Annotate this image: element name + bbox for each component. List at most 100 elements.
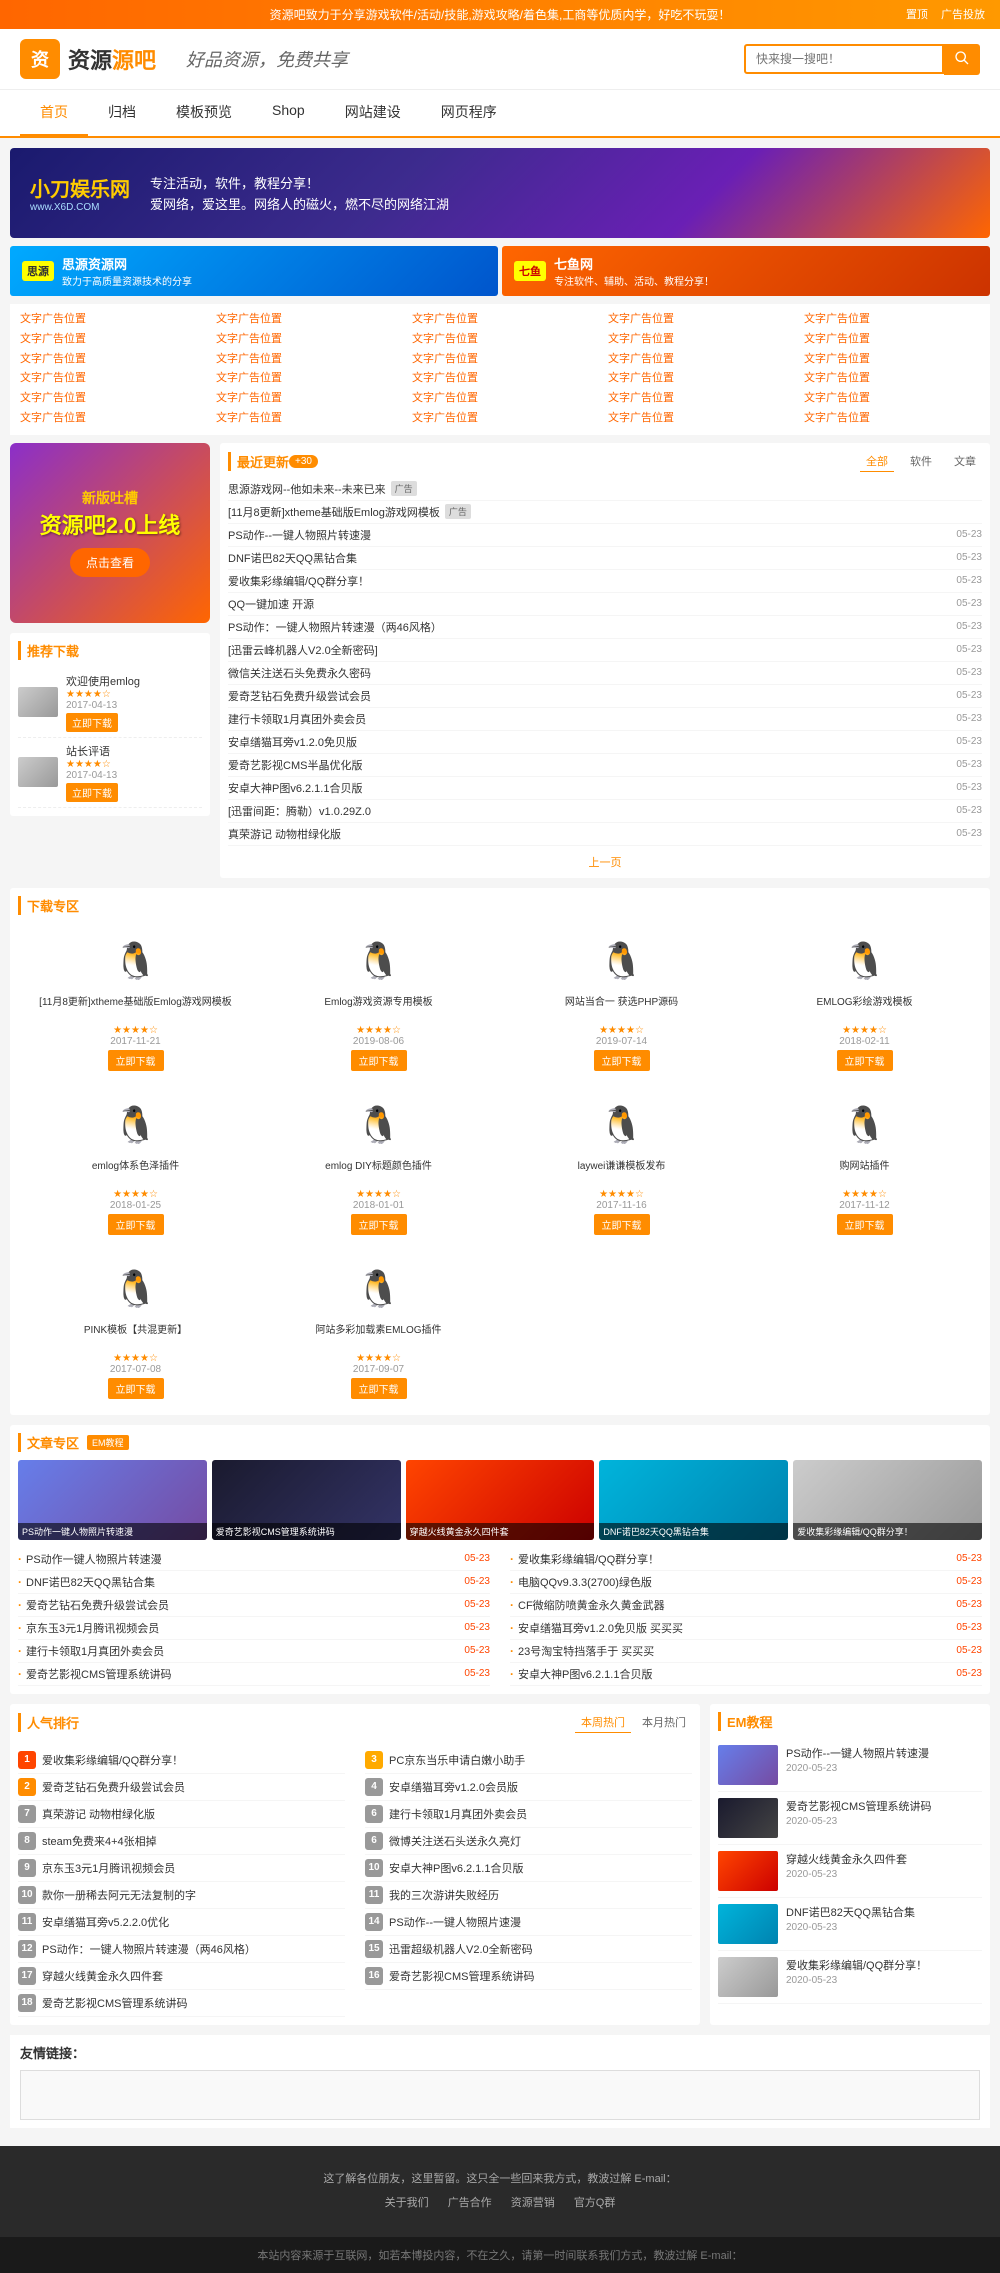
popular-link[interactable]: 我的三次游讲失败经历 [389, 1887, 499, 1903]
popular-link[interactable]: PS动作--一键人物照片速漫 [389, 1914, 521, 1930]
search-button[interactable] [944, 44, 980, 75]
popular-link[interactable]: PC京东当乐申请白嫩小助手 [389, 1752, 525, 1768]
download-btn-1[interactable]: 立即下载 [108, 1050, 164, 1071]
update-link[interactable]: 安卓大神P图v6.2.1.1合贝版 [228, 780, 362, 796]
em-title: EM教程 [718, 1712, 773, 1731]
footer-link-ad[interactable]: 广告合作 [448, 2197, 492, 2209]
em-item-date-3: 2020-05-23 [786, 1869, 907, 1880]
article-link-9[interactable]: CF微缩防喷黄金永久黄金武器 [518, 1597, 951, 1613]
popular-link[interactable]: 安卓缮猫耳旁v1.2.0会员版 [389, 1779, 518, 1795]
update-link[interactable]: 建行卡领取1月真团外卖会员 [228, 711, 366, 727]
download-btn-8[interactable]: 立即下载 [837, 1214, 893, 1235]
footer-link-qq[interactable]: 官方Q群 [574, 2197, 616, 2209]
download-btn-3[interactable]: 立即下载 [594, 1050, 650, 1071]
article-link-5[interactable]: 建行卡领取1月真团外卖会员 [26, 1643, 459, 1659]
tab-article[interactable]: 文章 [948, 451, 982, 472]
promo-btn[interactable]: 点击查看 [70, 548, 150, 577]
popular-link[interactable]: 迅雷超级机器人V2.0全新密码 [389, 1941, 533, 1957]
update-link[interactable]: 安卓缮猫耳旁v1.2.0免贝版 [228, 734, 357, 750]
nav-item-home[interactable]: 首页 [20, 90, 88, 136]
download-btn-9[interactable]: 立即下载 [108, 1378, 164, 1399]
update-link[interactable]: PS动作--一键人物照片转速漫 [228, 527, 371, 543]
tab-software[interactable]: 软件 [904, 451, 938, 472]
nav-item-template[interactable]: 模板预览 [156, 90, 252, 136]
popular-link[interactable]: 微博关注送石头送永久亮灯 [389, 1833, 521, 1849]
article-link-3[interactable]: 爱奇艺钻石免费升级尝试会员 [26, 1597, 459, 1613]
update-link[interactable]: 微信关注送石头免费永久密码 [228, 665, 371, 681]
penguin-icon-1: 🐧 [111, 931, 161, 991]
nav-item-shop[interactable]: Shop [252, 90, 325, 136]
article-link-1[interactable]: PS动作一键人物照片转速漫 [26, 1551, 459, 1567]
popular-link[interactable]: 京东玉3元1月腾讯视频会员 [42, 1860, 175, 1876]
promo-prefix: 新版吐槽 [82, 488, 138, 508]
download-btn-10[interactable]: 立即下载 [351, 1378, 407, 1399]
article-link-12[interactable]: 安卓大神P图v6.2.1.1合贝版 [518, 1666, 951, 1682]
update-link[interactable]: [11月8更新]xtheme基础版Emlog游戏网模板 [228, 504, 440, 520]
article-thumb-2[interactable]: 爱奇艺影视CMS管理系统讲码 [212, 1460, 401, 1540]
popular-link[interactable]: 穿越火线黄金永久四件套 [42, 1968, 163, 1984]
update-list: 思源游戏网--他如未来--未来已来 广告 [11月8更新]xtheme基础版Em… [228, 478, 982, 846]
tab-all[interactable]: 全部 [860, 451, 894, 472]
rank-badge: 17 [18, 1967, 36, 1985]
banner-link-1[interactable]: 置顶 [906, 9, 928, 21]
article-thumb-5[interactable]: 爱收集彩缘编辑/QQ群分享！ [793, 1460, 982, 1540]
footer-link-about[interactable]: 关于我们 [385, 2197, 429, 2209]
update-link[interactable]: 爱奇芝钻石免费升级尝试会员 [228, 688, 371, 704]
popular-link[interactable]: 安卓大神P图v6.2.1.1合贝版 [389, 1860, 523, 1876]
popular-link[interactable]: 爱奇艺影视CMS管理系统讲码 [389, 1968, 534, 1984]
update-link[interactable]: 思源游戏网--他如未来--未来已来 [228, 481, 386, 497]
popular-link[interactable]: PS动作：一键人物照片转速漫（两46风格） [42, 1941, 256, 1957]
popular-link[interactable]: 爱奇艺影视CMS管理系统讲码 [42, 1995, 187, 2011]
download-btn-6[interactable]: 立即下载 [351, 1214, 407, 1235]
penguin-icon-9: 🐧 [111, 1259, 161, 1319]
nav-item-webpage[interactable]: 网页程序 [421, 90, 517, 136]
prev-page[interactable]: 上一页 [589, 857, 622, 869]
article-link-6[interactable]: 爱奇艺影视CMS管理系统讲码 [26, 1666, 459, 1682]
popular-link[interactable]: steam免费来4+4张相掉 [42, 1833, 157, 1849]
em-item-5: 爱收集彩缘编辑/QQ群分享！ 2020-05-23 [718, 1951, 982, 2004]
article-link-4[interactable]: 京东玉3元1月腾讯视频会员 [26, 1620, 459, 1636]
update-item: 爱奇芝钻石免费升级尝试会员 05-23 [228, 685, 982, 708]
logo-icon: 资 [20, 39, 60, 79]
popular-link[interactable]: 真荣游记 动物柑绿化版 [42, 1806, 155, 1822]
update-link[interactable]: PS动作：一键人物照片转速漫（两46风格） [228, 619, 442, 635]
article-thumb-4[interactable]: DNF诺巴82天QQ黑钻合集 [599, 1460, 788, 1540]
article-link-11[interactable]: 23号淘宝特挡落手于 买买买 [518, 1643, 951, 1659]
ad-banner-left[interactable]: 思源 思源资源网 致力于高质量资源技术的分享 [10, 246, 498, 296]
footer-link-resource[interactable]: 资源营销 [511, 2197, 555, 2209]
nav-item-archive[interactable]: 归档 [88, 90, 156, 136]
popular-link[interactable]: 建行卡领取1月真团外卖会员 [389, 1806, 527, 1822]
recommend-download-btn-1[interactable]: 立即下载 [66, 713, 118, 732]
article-link-10[interactable]: 安卓缮猫耳旁v1.2.0免贝版 买买买 [518, 1620, 951, 1636]
nav-item-website[interactable]: 网站建设 [325, 90, 421, 136]
download-btn-5[interactable]: 立即下载 [108, 1214, 164, 1235]
banner-link-2[interactable]: 广告投放 [941, 9, 985, 21]
article-thumb-1[interactable]: PS动作一键人物照片转速漫 [18, 1460, 207, 1540]
ad-banner-right[interactable]: 七鱼 七鱼网 专注软件、辅助、活动、教程分享！ [502, 246, 990, 296]
popular-link[interactable]: 爱收集彩缘编辑/QQ群分享！ [42, 1752, 183, 1768]
update-link[interactable]: DNF诺巴82天QQ黑钻合集 [228, 550, 357, 566]
update-link[interactable]: QQ一键加速 开源 [228, 596, 314, 612]
update-link[interactable]: 爱奇艺影视CMS半晶优化版 [228, 757, 362, 773]
update-link[interactable]: 真荣游记 动物柑绿化版 [228, 826, 341, 842]
article-link-8[interactable]: 电脑QQv9.3.3(2700)绿色版 [518, 1574, 951, 1590]
update-link[interactable]: [迅雷云峰机器人V2.0全新密码] [228, 642, 378, 658]
download-btn-2[interactable]: 立即下载 [351, 1050, 407, 1071]
article-link-7[interactable]: 爱收集彩缘编辑/QQ群分享！ [518, 1551, 951, 1567]
popular-link[interactable]: 安卓缮猫耳旁v5.2.2.0优化 [42, 1914, 169, 1930]
download-card-5: 🐧 emlog体系色泽插件 ★★★★☆ 2018-01-25 立即下载 [18, 1087, 253, 1243]
download-btn-7[interactable]: 立即下载 [594, 1214, 650, 1235]
popular-link[interactable]: 爱奇芝钻石免费升级尝试会员 [42, 1779, 185, 1795]
popular-item: 6 建行卡领取1月真团外卖会员 [365, 1801, 692, 1828]
popular-link[interactable]: 款你一册稀去阿元无法复制的字 [42, 1887, 196, 1903]
popular-tab-month[interactable]: 本月热门 [636, 1712, 692, 1733]
update-link[interactable]: [迅雷间距：腾勒）v1.0.29Z.0 [228, 803, 371, 819]
update-link[interactable]: 爱收集彩缘编辑/QQ群分享！ [228, 573, 369, 589]
search-input[interactable] [744, 44, 944, 74]
popular-tab-week[interactable]: 本周热门 [575, 1712, 631, 1733]
recommend-download-btn-2[interactable]: 立即下载 [66, 783, 118, 802]
penguin-icon-5: 🐧 [111, 1095, 161, 1155]
article-link-2[interactable]: DNF诺巴82天QQ黑钻合集 [26, 1574, 459, 1590]
download-btn-4[interactable]: 立即下载 [837, 1050, 893, 1071]
article-thumb-3[interactable]: 穿越火线黄金永久四件套 [406, 1460, 595, 1540]
